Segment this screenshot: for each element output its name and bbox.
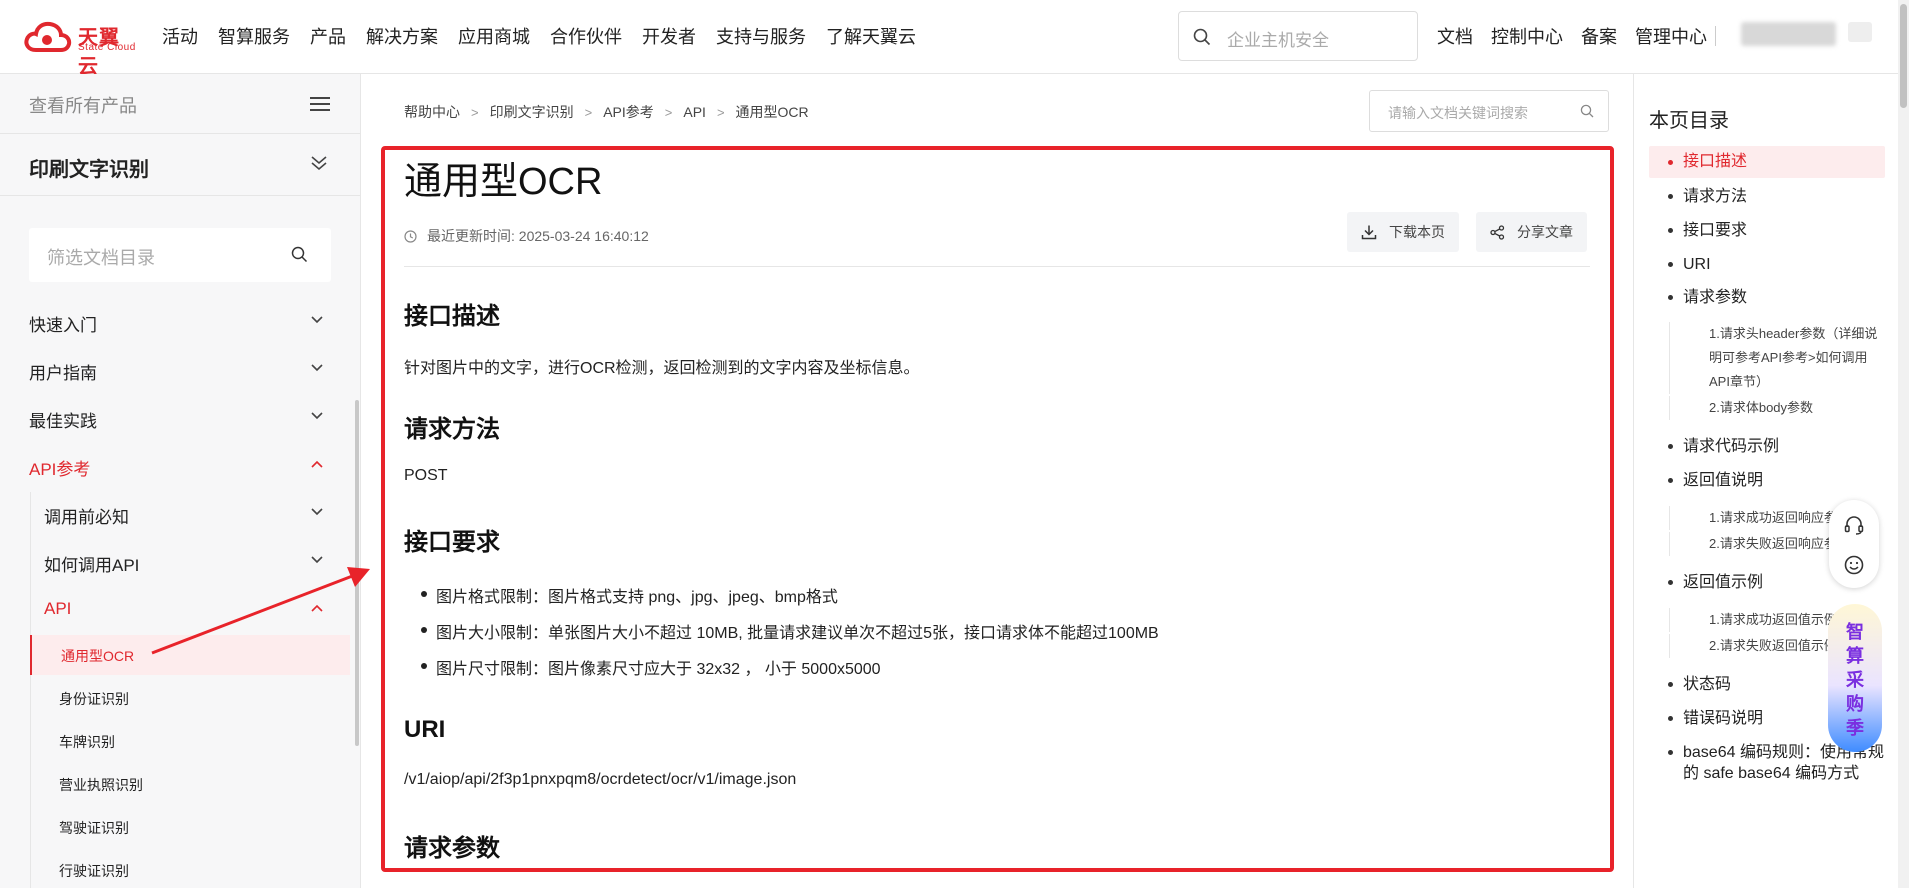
page-scrollbar[interactable] [1898, 0, 1909, 888]
annotation-arrow-icon [151, 567, 370, 655]
app: 天翼云 State Cloud 活动 智算服务 产品 解决方案 应用商城 合作伙… [0, 0, 1909, 888]
page-scrollbar-thumb[interactable] [1900, 4, 1907, 108]
